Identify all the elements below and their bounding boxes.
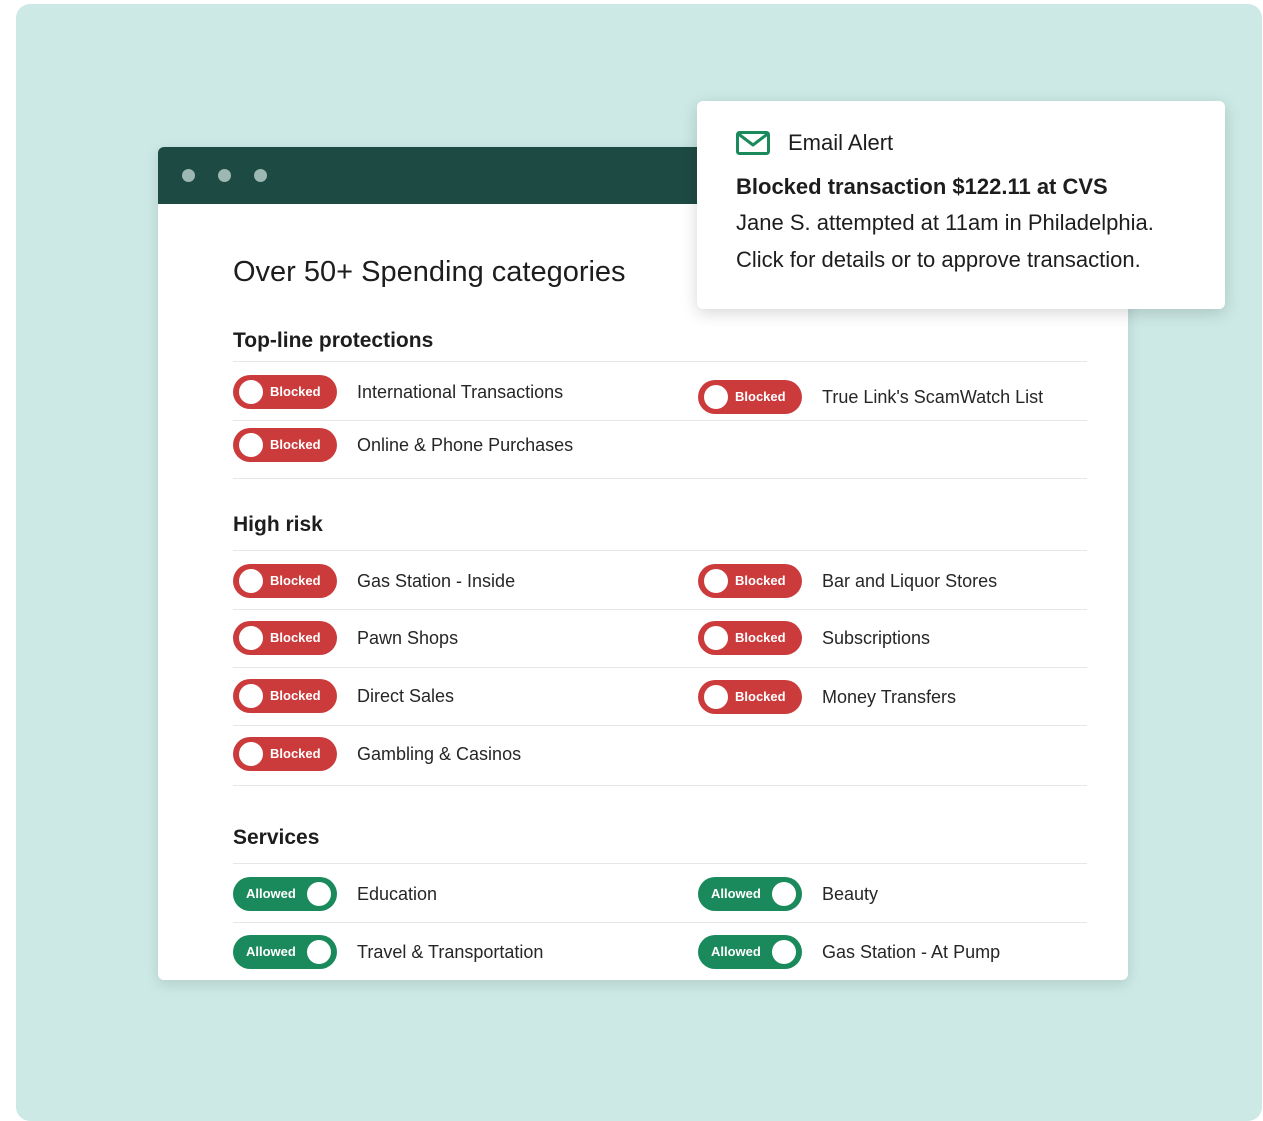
alert-message: Jane S. attempted at 11am in Philadelphi… xyxy=(736,210,1154,235)
category-label: Money Transfers xyxy=(822,686,957,707)
blocked-toggle[interactable]: Blocked xyxy=(698,380,802,414)
category-label: Education xyxy=(357,883,438,904)
window-dot-icon[interactable] xyxy=(218,169,231,182)
toggle-knob xyxy=(772,882,796,906)
category-gas-station-at-pump: Allowed Gas Station - At Pump xyxy=(698,935,1000,969)
blocked-toggle[interactable]: Blocked xyxy=(233,564,337,598)
email-alert-card[interactable]: Email Alert Blocked transaction $122.11 … xyxy=(697,101,1225,309)
category-international-transactions: Blocked International Transactions xyxy=(233,375,563,409)
category-gambling-casinos: Blocked Gambling & Casinos xyxy=(233,737,521,771)
toggle-knob xyxy=(307,882,331,906)
toggle-knob xyxy=(704,626,728,650)
toggle-knob xyxy=(239,684,263,708)
divider xyxy=(233,420,1087,421)
divider xyxy=(233,609,1087,610)
section-heading-top-line: Top-line protections xyxy=(233,329,434,352)
category-money-transfers: Blocked Money Transfers xyxy=(698,680,956,714)
category-pawn-shops: Blocked Pawn Shops xyxy=(233,621,458,655)
blocked-toggle[interactable]: Blocked xyxy=(698,621,802,655)
window-dot-icon[interactable] xyxy=(182,169,195,182)
window-dot-icon[interactable] xyxy=(254,169,267,182)
category-direct-sales: Blocked Direct Sales xyxy=(233,679,454,713)
blocked-toggle[interactable]: Blocked xyxy=(233,375,337,409)
blocked-toggle[interactable]: Blocked xyxy=(698,680,802,714)
divider xyxy=(233,725,1087,726)
category-label: Gambling & Casinos xyxy=(357,743,522,764)
allowed-toggle[interactable]: Allowed xyxy=(698,935,802,969)
mail-icon xyxy=(736,131,770,155)
blocked-toggle[interactable]: Blocked xyxy=(233,737,337,771)
blocked-toggle[interactable]: Blocked xyxy=(233,621,337,655)
allowed-toggle[interactable]: Allowed xyxy=(233,877,337,911)
category-label: Gas Station - At Pump xyxy=(822,941,1001,962)
divider xyxy=(233,550,1087,551)
allowed-toggle[interactable]: Allowed xyxy=(698,877,802,911)
toggle-knob xyxy=(239,433,263,457)
category-label: True Link's ScamWatch List xyxy=(822,386,1044,407)
toggle-knob xyxy=(239,626,263,650)
toggle-knob xyxy=(239,742,263,766)
toggle-knob xyxy=(704,385,728,409)
category-label: Subscriptions xyxy=(822,627,931,648)
toggle-knob xyxy=(239,569,263,593)
category-label: Bar and Liquor Stores xyxy=(822,570,998,591)
category-beauty: Allowed Beauty xyxy=(698,877,878,911)
page-title: Over 50+ Spending categories xyxy=(233,256,626,288)
alert-headline: Blocked transaction $122.11 at CVS xyxy=(736,174,1108,199)
blocked-toggle[interactable]: Blocked xyxy=(233,679,337,713)
toggle-knob xyxy=(772,940,796,964)
category-online-phone-purchases: Blocked Online & Phone Purchases xyxy=(233,428,573,462)
toggle-knob xyxy=(704,685,728,709)
divider xyxy=(233,667,1087,668)
category-label: Pawn Shops xyxy=(357,627,459,648)
category-travel-transportation: Allowed Travel & Transportation xyxy=(233,935,543,969)
category-label: International Transactions xyxy=(357,381,564,402)
divider xyxy=(233,863,1087,864)
divider xyxy=(233,478,1087,479)
toggle-knob xyxy=(239,380,263,404)
category-subscriptions: Blocked Subscriptions xyxy=(698,621,930,655)
blocked-toggle[interactable]: Blocked xyxy=(233,428,337,462)
alert-title: Email Alert xyxy=(788,130,894,155)
category-label: Online & Phone Purchases xyxy=(357,434,574,455)
divider xyxy=(233,361,1087,362)
toggle-knob xyxy=(704,569,728,593)
category-education: Allowed Education xyxy=(233,877,437,911)
alert-action-link[interactable]: Click for details or to approve transact… xyxy=(736,247,1141,273)
category-label: Gas Station - Inside xyxy=(357,570,516,591)
category-scamwatch-list: Blocked True Link's ScamWatch List xyxy=(698,380,1043,414)
category-bar-liquor-stores: Blocked Bar and Liquor Stores xyxy=(698,564,997,598)
toggle-knob xyxy=(307,940,331,964)
section-heading-services: Services xyxy=(233,826,320,849)
category-label: Direct Sales xyxy=(357,685,455,706)
divider xyxy=(233,922,1087,923)
category-label: Beauty xyxy=(822,883,879,904)
category-label: Travel & Transportation xyxy=(357,941,544,962)
allowed-toggle[interactable]: Allowed xyxy=(233,935,337,969)
alert-header: Email Alert xyxy=(736,130,893,156)
category-gas-station-inside: Blocked Gas Station - Inside xyxy=(233,564,515,598)
blocked-toggle[interactable]: Blocked xyxy=(698,564,802,598)
divider xyxy=(233,785,1087,786)
section-heading-high-risk: High risk xyxy=(233,513,323,536)
